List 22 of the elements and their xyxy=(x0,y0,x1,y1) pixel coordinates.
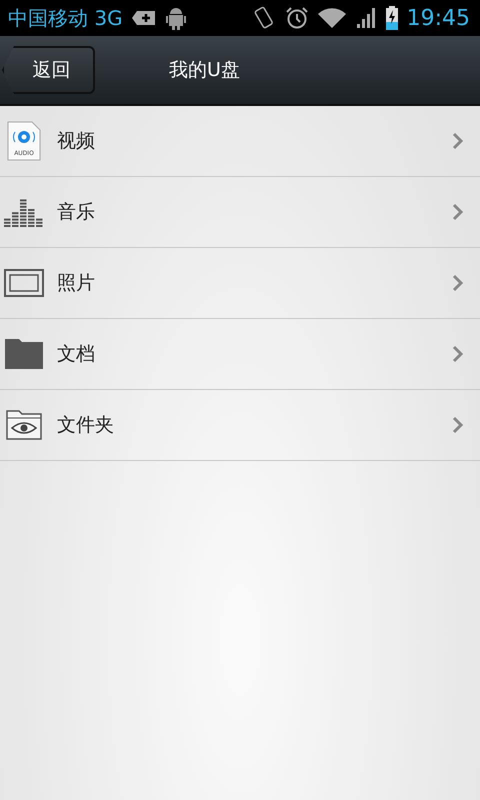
android-icon xyxy=(164,5,187,31)
back-button[interactable]: 返回 xyxy=(2,46,95,94)
alarm-icon xyxy=(284,6,309,30)
list-item[interactable]: 照片 xyxy=(0,248,480,319)
picture-frame-icon xyxy=(4,269,44,297)
eye-folder-icon xyxy=(6,410,42,440)
list-item[interactable]: 音乐 xyxy=(0,177,480,248)
chevron-icon xyxy=(452,132,464,150)
folder-icon xyxy=(5,339,43,369)
signal-icon xyxy=(354,7,377,29)
clock-time: 19:45 xyxy=(406,6,470,30)
plus-box-icon xyxy=(130,8,157,28)
chevron-icon xyxy=(452,345,464,363)
list-item[interactable]: 文档 xyxy=(0,319,480,390)
chevron-icon xyxy=(452,203,464,221)
battery-icon xyxy=(384,5,399,31)
carrier-label: 中国移动 3G xyxy=(8,4,123,32)
list-item[interactable]: 文件夹 xyxy=(0,390,480,461)
chevron-icon xyxy=(452,416,464,434)
wifi-icon xyxy=(316,7,347,29)
page-title: 我的U盘 xyxy=(169,58,240,83)
chevron-icon xyxy=(452,274,464,292)
